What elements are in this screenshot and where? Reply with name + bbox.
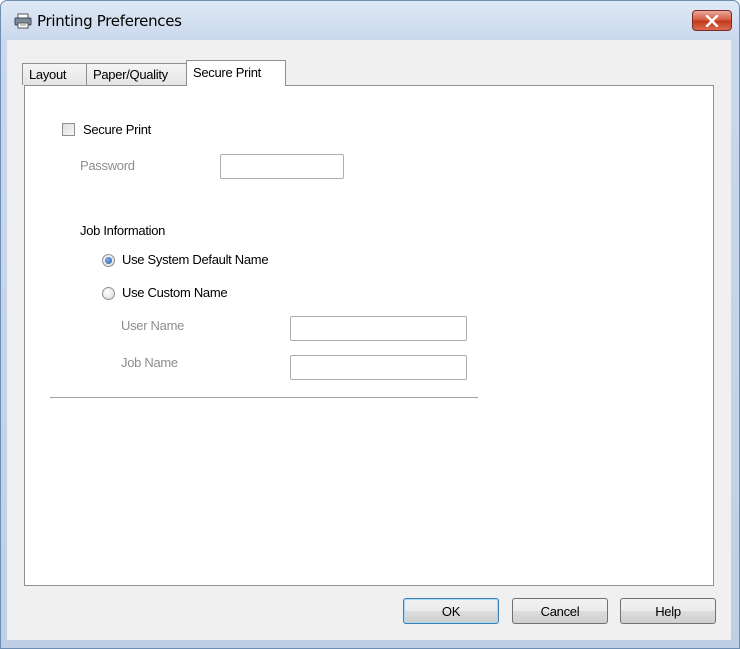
separator-line (50, 397, 478, 399)
use-system-default-name-label[interactable]: Use System Default Name (122, 252, 269, 267)
user-name-input[interactable] (290, 316, 467, 341)
tab-paper-quality[interactable]: Paper/Quality (86, 63, 187, 85)
secure-print-checkbox[interactable] (62, 123, 75, 136)
title-bar[interactable]: Printing Preferences (1, 1, 739, 41)
tab-secure-print[interactable]: Secure Print (186, 60, 286, 86)
password-input[interactable] (220, 154, 344, 179)
use-custom-name-label[interactable]: Use Custom Name (122, 285, 228, 300)
tab-label: Layout (29, 67, 67, 82)
window-title: Printing Preferences (37, 12, 182, 30)
job-information-heading: Job Information (80, 223, 166, 238)
password-label: Password (80, 158, 135, 173)
printer-icon (14, 13, 32, 29)
job-name-label: Job Name (121, 355, 178, 370)
user-name-label: User Name (121, 318, 185, 333)
close-icon (705, 14, 719, 27)
cancel-button[interactable]: Cancel (512, 598, 608, 624)
use-system-default-name-radio[interactable] (102, 254, 115, 267)
tab-label: Secure Print (193, 65, 261, 80)
close-button[interactable] (692, 10, 732, 31)
use-custom-name-radio[interactable] (102, 287, 115, 300)
secure-print-label[interactable]: Secure Print (83, 122, 151, 137)
job-name-input[interactable] (290, 355, 467, 380)
tab-label: Paper/Quality (93, 67, 168, 82)
tab-layout[interactable]: Layout (22, 63, 87, 85)
ok-button[interactable]: OK (403, 598, 499, 624)
help-button[interactable]: Help (620, 598, 716, 624)
